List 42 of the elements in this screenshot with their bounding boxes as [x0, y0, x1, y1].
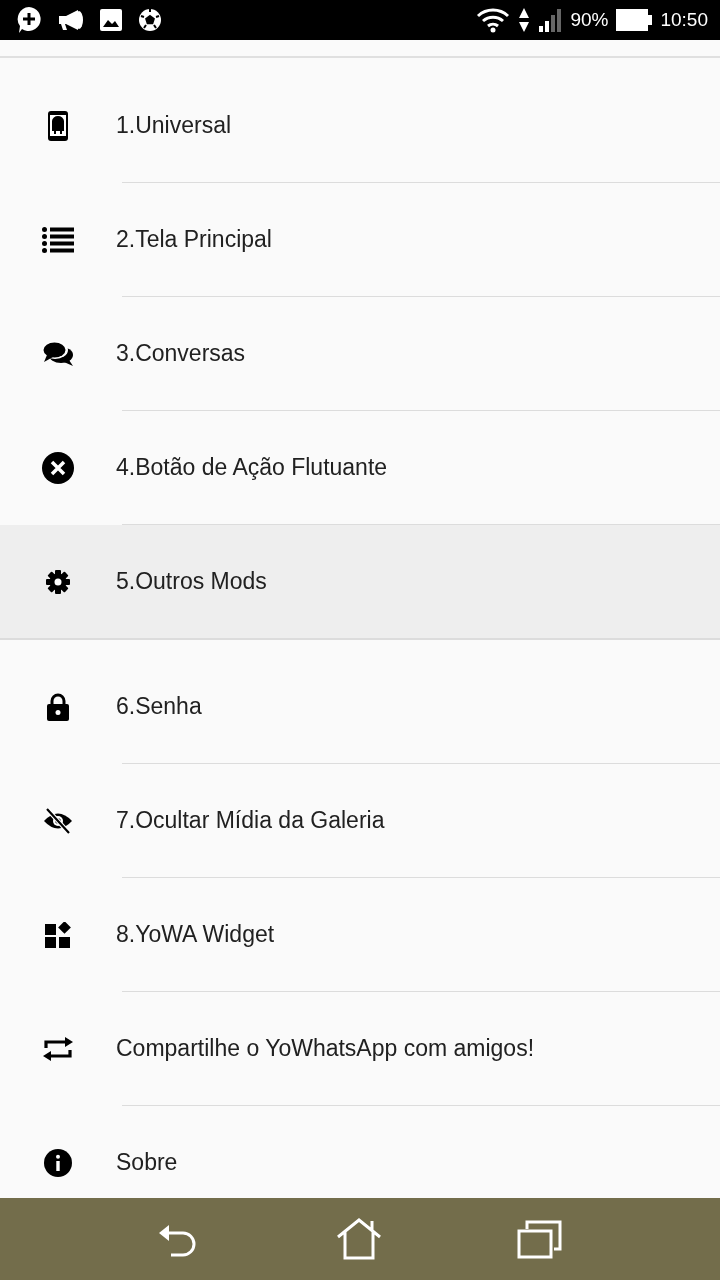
menu-item[interactable]: Compartilhe o YoWhatsApp com amigos!	[0, 992, 720, 1105]
menu-item[interactable]: 2.Tela Principal	[0, 183, 720, 296]
menu-item[interactable]: Sobre	[0, 1106, 720, 1198]
settings-icon	[46, 569, 70, 594]
widgets-icon	[45, 921, 71, 948]
data-arrows-icon	[518, 7, 531, 33]
wifi-icon	[476, 7, 511, 33]
chat-bubbles-icon	[42, 340, 74, 367]
menu-item[interactable]: 7.Ocultar Mídia da Galeria	[0, 764, 720, 877]
menu-item[interactable]: 3.Conversas	[0, 297, 720, 410]
signal-icon	[538, 8, 563, 32]
battery-icon	[616, 9, 653, 31]
menu-item[interactable]: 1.Universal	[0, 69, 720, 182]
image-icon	[100, 9, 122, 31]
menu-item-label: 1.Universal	[116, 111, 232, 141]
megaphone-icon	[58, 9, 84, 31]
menu-item-label: 7.Ocultar Mídia da Galeria	[116, 806, 385, 836]
home-icon[interactable]	[336, 1218, 382, 1260]
phone-robot-icon	[48, 110, 68, 141]
close-circle-icon	[42, 451, 74, 484]
menu-item-label: Sobre	[116, 1148, 178, 1178]
menu-item-label: 3.Conversas	[116, 339, 246, 369]
battery-percentage: 90%	[570, 7, 609, 32]
menu-item[interactable]: 8.YoWA Widget	[0, 878, 720, 991]
menu-item[interactable]: 4.Botão de Ação Flutuante	[0, 411, 720, 524]
menu-item-label: 5.Outros Mods	[116, 567, 267, 597]
menu-item-label: 8.YoWA Widget	[116, 920, 275, 950]
info-icon	[44, 1148, 72, 1177]
repeat-icon	[42, 1035, 74, 1062]
soccer-ball-icon	[138, 8, 162, 32]
list-icon	[42, 226, 74, 253]
clock-time: 10:50	[660, 7, 708, 32]
menu-item[interactable]: 5.Outros Mods	[0, 525, 720, 638]
menu-item[interactable]: 6.Senha	[0, 650, 720, 763]
recent-apps-icon[interactable]	[516, 1219, 563, 1259]
lock-icon	[47, 692, 69, 721]
eye-off-icon	[43, 807, 73, 834]
menu-item-label: 2.Tela Principal	[116, 225, 272, 255]
menu-item-label: 6.Senha	[116, 692, 202, 722]
chat-plus-icon	[16, 6, 42, 34]
menu-item-label: Compartilhe o YoWhatsApp com amigos!	[116, 1034, 535, 1064]
menu-item-label: 4.Botão de Ação Flutuante	[116, 453, 388, 483]
